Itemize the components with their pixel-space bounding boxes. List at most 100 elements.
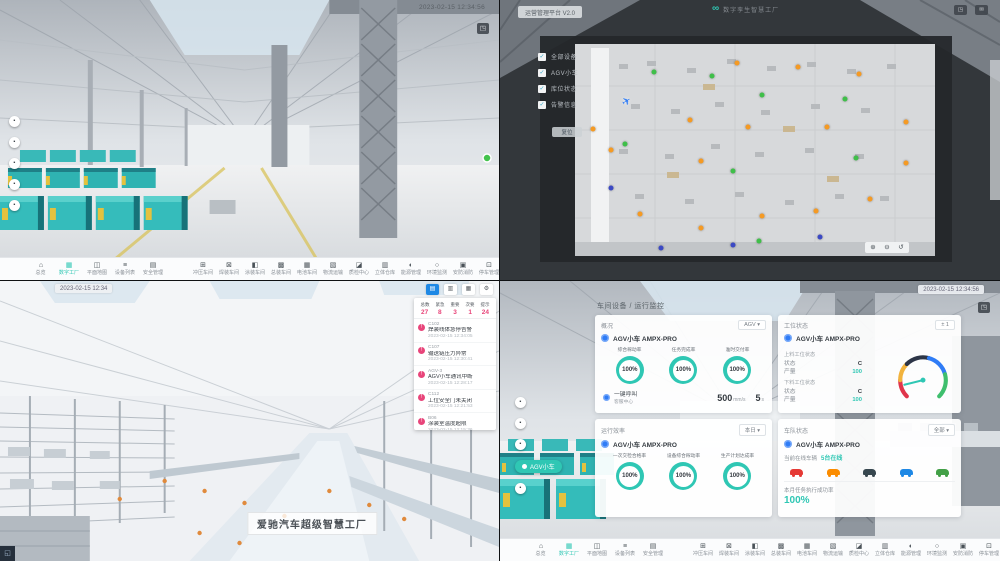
toolbar-item[interactable]: ▦ 数字工厂 bbox=[56, 262, 82, 277]
alarm-list-item[interactable]: ! B06 涂装室温度超限 2023-02-15 12:15:36 bbox=[414, 413, 496, 430]
device-status-dot[interactable] bbox=[652, 69, 657, 74]
device-status-dot[interactable] bbox=[609, 186, 614, 191]
device-status-dot[interactable] bbox=[857, 71, 862, 76]
fullscreen-button[interactable]: ◳ bbox=[978, 302, 990, 313]
factory-floorplan-map[interactable]: ✈ ⊕ ⊖ ↺ bbox=[575, 44, 935, 256]
legend-checkbox-row[interactable]: ✓ 全部设备 bbox=[538, 52, 582, 61]
toolbar-item[interactable]: ◧ 涂装车间 bbox=[242, 262, 268, 277]
alarm-stat[interactable]: 提示 24 bbox=[478, 301, 493, 316]
alarm-list-item[interactable]: ! C112 工位安全门未关闭 2023-02-15 12:21:53 bbox=[414, 390, 496, 414]
map-control-button[interactable]: ⊖ bbox=[881, 243, 893, 252]
map-control-button[interactable]: ⊕ bbox=[867, 243, 879, 252]
alarm-list-item[interactable]: ! AGV-3 AGV小车通讯中断 2023-02-15 12:28:17 bbox=[414, 366, 496, 390]
toolbar-item[interactable]: ≡ 设备列表 bbox=[112, 262, 138, 277]
toolbar-item[interactable]: ⌂ 总览 bbox=[28, 262, 54, 277]
scene-badge-button[interactable]: ▪ bbox=[515, 483, 526, 494]
device-status-dot[interactable] bbox=[796, 65, 801, 70]
agv-car-icon[interactable] bbox=[900, 469, 913, 475]
legend-checkbox-row[interactable]: ✓ AGV小车 bbox=[538, 68, 582, 77]
device-status-dot[interactable] bbox=[745, 124, 750, 129]
camera-marker-button[interactable]: ▪ bbox=[9, 137, 20, 148]
toolbar-item[interactable]: ▦ 数字工厂 bbox=[556, 543, 582, 558]
scene-badge-button[interactable]: ▪ bbox=[515, 418, 526, 429]
device-status-dot[interactable] bbox=[699, 226, 704, 231]
panel-tab-button[interactable]: ▥ bbox=[444, 284, 457, 295]
scene-badge-button[interactable]: ▪ bbox=[515, 397, 526, 408]
status-dropdown[interactable]: ± 1 bbox=[935, 320, 955, 330]
agv-pill-button[interactable]: AGV小车 bbox=[515, 460, 562, 473]
device-status-dot[interactable] bbox=[659, 245, 664, 250]
toolbar-item[interactable]: ⊞ 冲压车间 bbox=[690, 543, 716, 558]
message-button[interactable]: ✉ bbox=[975, 5, 988, 15]
toolbar-item[interactable]: ⊡ 停车管理 bbox=[976, 543, 1000, 558]
legend-checkbox-row[interactable]: ✓ 库位状态 bbox=[538, 84, 582, 93]
camera-marker-button[interactable]: ▪ bbox=[9, 158, 20, 169]
agv-car-icon[interactable] bbox=[863, 469, 876, 475]
nav-cube[interactable]: ◱ bbox=[0, 546, 15, 561]
toolbar-item[interactable]: ≡ 设备列表 bbox=[612, 543, 638, 558]
device-status-dot[interactable] bbox=[609, 148, 614, 153]
toolbar-item[interactable]: ▩ 总装车间 bbox=[268, 262, 294, 277]
toolbar-item[interactable]: ◪ 质检中心 bbox=[346, 262, 372, 277]
device-status-dot[interactable] bbox=[731, 169, 736, 174]
device-status-dot[interactable] bbox=[904, 160, 909, 165]
alarm-list-item[interactable]: ! C102 焊装线体急停告警 2023-02-15 12:34:05 bbox=[414, 319, 496, 343]
toolbar-item[interactable]: ⌂ 总览 bbox=[528, 543, 554, 558]
reset-view-button[interactable]: 复位 bbox=[552, 127, 582, 137]
fleet-dropdown[interactable]: 全部 ▾ bbox=[928, 424, 955, 436]
agv-car-icon[interactable] bbox=[936, 469, 949, 475]
legend-checkbox-row[interactable]: ✓ 告警信息 bbox=[538, 100, 582, 109]
device-status-dot[interactable] bbox=[814, 209, 819, 214]
toolbar-item[interactable]: ⊠ 焊装车间 bbox=[716, 543, 742, 558]
fullscreen-button[interactable]: ◳ bbox=[477, 23, 489, 34]
alarm-stat[interactable]: 次要 1 bbox=[463, 301, 478, 316]
alarm-stat[interactable]: 重要 3 bbox=[447, 301, 462, 316]
panel-tab-button[interactable]: ▤ bbox=[426, 284, 439, 295]
toolbar-item[interactable]: ○ 环境监测 bbox=[424, 262, 450, 277]
device-status-dot[interactable] bbox=[825, 124, 830, 129]
device-status-dot[interactable] bbox=[760, 92, 765, 97]
device-status-dot[interactable] bbox=[868, 196, 873, 201]
alarm-stat[interactable]: 紧急 8 bbox=[432, 301, 447, 316]
panel-tab-button[interactable]: ⚙ bbox=[480, 284, 493, 295]
device-status-dot[interactable] bbox=[760, 213, 765, 218]
toolbar-item[interactable]: ▥ 立体仓库 bbox=[872, 543, 898, 558]
device-status-dot[interactable] bbox=[591, 126, 596, 131]
device-status-dot[interactable] bbox=[817, 234, 822, 239]
device-status-dot[interactable] bbox=[688, 118, 693, 123]
toolbar-item[interactable]: ▣ 安防消防 bbox=[950, 543, 976, 558]
toolbar-item[interactable]: ▤ 安全管理 bbox=[640, 543, 666, 558]
toolbar-item[interactable]: ▦ 电池车间 bbox=[294, 262, 320, 277]
camera-marker-button[interactable]: ▪ bbox=[9, 200, 20, 211]
device-status-dot[interactable] bbox=[843, 97, 848, 102]
camera-marker-button[interactable]: ▪ bbox=[9, 179, 20, 190]
toolbar-item[interactable]: ▧ 物流运输 bbox=[820, 543, 846, 558]
device-status-dot[interactable] bbox=[853, 156, 858, 161]
one-key-call[interactable]: 一键呼叫 客服中心 bbox=[603, 389, 637, 405]
map-control-button[interactable]: ↺ bbox=[895, 243, 907, 252]
alarm-list-item[interactable]: ! C107 输送链压力异常 2023-02-15 12:30:41 bbox=[414, 343, 496, 367]
alarm-stat[interactable]: 总数 27 bbox=[417, 301, 432, 316]
toolbar-item[interactable]: ◫ 平面地图 bbox=[584, 543, 610, 558]
toolbar-item[interactable]: ▧ 物流运输 bbox=[320, 262, 346, 277]
device-status-dot[interactable] bbox=[699, 158, 704, 163]
fullscreen-button[interactable]: ◳ bbox=[954, 5, 967, 15]
toolbar-item[interactable]: ⊠ 焊装车间 bbox=[216, 262, 242, 277]
toolbar-item[interactable]: ▦ 电池车间 bbox=[794, 543, 820, 558]
overview-dropdown[interactable]: AGV ▾ bbox=[738, 320, 766, 330]
toolbar-item[interactable]: ◫ 平面地图 bbox=[84, 262, 110, 277]
toolbar-item[interactable]: ▣ 安防消防 bbox=[450, 262, 476, 277]
device-status-dot[interactable] bbox=[735, 61, 740, 66]
device-status-dot[interactable] bbox=[731, 243, 736, 248]
toolbar-item[interactable]: ◧ 涂装车间 bbox=[742, 543, 768, 558]
toolbar-item[interactable]: ▥ 立体仓库 bbox=[372, 262, 398, 277]
device-status-dot[interactable] bbox=[709, 73, 714, 78]
toolbar-item[interactable]: ◐ 能源管理 bbox=[398, 262, 424, 277]
toolbar-item[interactable]: ⊡ 停车管理 bbox=[476, 262, 499, 277]
agv-car-icon[interactable] bbox=[827, 469, 840, 475]
toolbar-item[interactable]: ◪ 质检中心 bbox=[846, 543, 872, 558]
camera-marker-button[interactable]: ▪ bbox=[9, 116, 20, 127]
device-status-dot[interactable] bbox=[637, 211, 642, 216]
device-status-dot[interactable] bbox=[623, 141, 628, 146]
toolbar-item[interactable]: ▤ 安全管理 bbox=[140, 262, 166, 277]
